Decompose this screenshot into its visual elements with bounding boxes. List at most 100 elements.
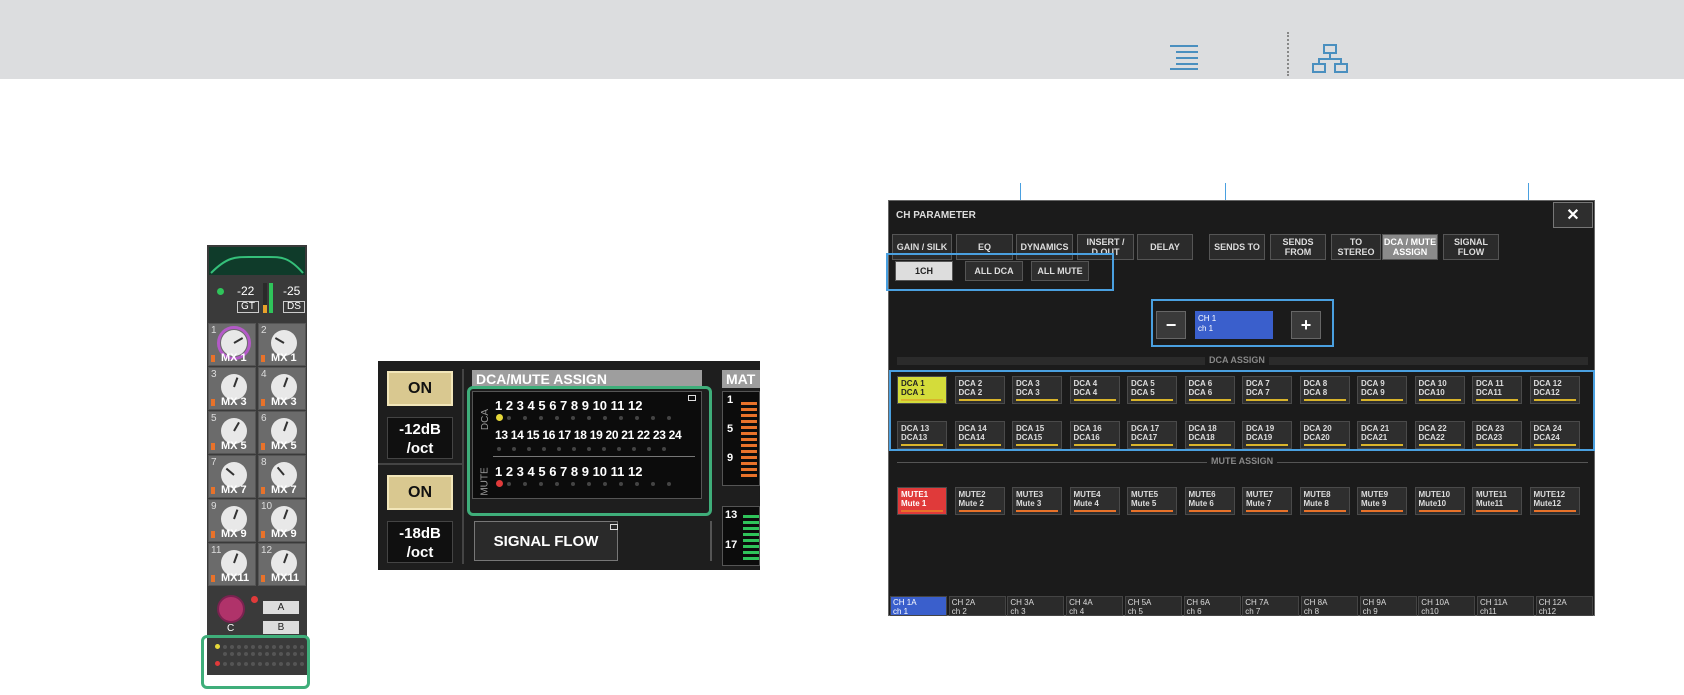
channel-strip: -22 -25 GT DS 1 MX 1 2 MX 1 3 MX 3 4 MX 3 5 MX 56…	[207, 245, 307, 675]
mute-button[interactable]: MUTE4 Mute 4	[1069, 487, 1120, 515]
a-button[interactable]: A	[263, 601, 299, 614]
knob-label: MX 5	[271, 440, 297, 452]
hpf-slope-2[interactable]: -18dB /oct	[387, 521, 453, 563]
param-tab[interactable]: SENDS FROM	[1270, 234, 1326, 260]
send-knob-cell[interactable]: 4 MX 3	[258, 367, 306, 410]
hpf-slope-1-unit: /oct	[406, 440, 434, 457]
send-knob-cell[interactable]: 6 MX 5	[258, 411, 306, 454]
mute-button[interactable]: MUTE5 Mute 5	[1127, 487, 1177, 515]
param-tab[interactable]: DCA / MUTE ASSIGN	[1382, 234, 1438, 260]
mute-button[interactable]: MUTE12 Mute12	[1529, 487, 1580, 515]
hpf-slope-1-value: -12dB	[399, 421, 441, 438]
mute-color-bar	[1361, 510, 1403, 512]
mute-button[interactable]: MUTE7 Mute 7	[1242, 487, 1292, 515]
param-tab[interactable]: TO STEREO	[1331, 234, 1381, 260]
mute-name: Mute 9	[1361, 499, 1387, 508]
on-button-2[interactable]: ON	[387, 475, 453, 510]
channel-select-button[interactable]: CH 12A ch12	[1535, 596, 1593, 616]
channel-select-button[interactable]: CH 3A ch 3	[1007, 596, 1065, 616]
dyn-tag[interactable]: DS	[283, 301, 305, 313]
channel-id: CH 11A	[1480, 598, 1508, 607]
hierarchy-icon[interactable]	[1312, 44, 1348, 74]
send-on-indicator	[211, 531, 215, 538]
channel-id: CH 7A	[1245, 598, 1269, 607]
channel-select-button[interactable]: CH 9A ch 9	[1359, 596, 1417, 616]
matrix-meters	[741, 402, 757, 480]
send-knob-cell[interactable]: 7 MX 7	[208, 455, 256, 498]
mute-name: Mute 6	[1188, 499, 1214, 508]
param-tab[interactable]: SENDS TO	[1209, 234, 1265, 260]
pan-knob[interactable]	[217, 595, 245, 623]
signal-flow-button[interactable]: SIGNAL FLOW	[474, 521, 618, 561]
knob-label: MX 1	[271, 352, 297, 364]
right-divider	[710, 521, 712, 561]
vertical-divider	[462, 369, 464, 564]
mute-color-bar	[1188, 510, 1231, 512]
param-tab[interactable]: SIGNAL FLOW	[1443, 234, 1499, 260]
pan-label: C	[227, 623, 235, 634]
channel-select-button[interactable]: CH 4A ch 4	[1066, 596, 1124, 616]
mute-name: Mute12	[1533, 499, 1562, 508]
channel-select-button[interactable]: CH 5A ch 5	[1124, 596, 1182, 616]
list-indent-icon[interactable]	[1168, 44, 1200, 70]
mute-button[interactable]: MUTE6 Mute 6	[1184, 487, 1235, 515]
dialog-title: CH PARAMETER	[896, 210, 976, 221]
mute-button[interactable]: MUTE3 Mute 3	[1012, 487, 1062, 515]
strip-dca-highlight	[201, 635, 310, 689]
knob-label: MX11	[271, 572, 300, 584]
knob-label: MX 7	[221, 484, 247, 496]
send-on-indicator	[261, 531, 265, 538]
signal-flow-expand-icon[interactable]	[610, 524, 618, 530]
send-knob-cell[interactable]: 5 MX 5	[208, 411, 256, 454]
send-knob-cell[interactable]: 11 MX11	[208, 543, 256, 586]
channel-select-button[interactable]: CH 7A ch 7	[1242, 596, 1300, 616]
mute-name: Mute 2	[958, 499, 984, 508]
mute-button[interactable]: MUTE9 Mute 9	[1357, 487, 1407, 515]
send-knob-cell[interactable]: 10 MX 9	[258, 499, 306, 542]
hpf-slope-2-unit: /oct	[406, 544, 434, 561]
on-button-1[interactable]: ON	[387, 371, 453, 406]
channel-label: ch 5	[1127, 607, 1143, 616]
send-knob-cell[interactable]: 9 MX 9	[208, 499, 256, 542]
mute-color-bar	[1246, 510, 1288, 512]
channel-select-button[interactable]: CH 1A ch 1	[890, 596, 947, 616]
hpf-slope-1[interactable]: -12dB /oct	[387, 417, 453, 459]
channel-id: CH 3A	[1010, 598, 1034, 607]
knob-number: 11	[211, 545, 222, 556]
gate-tag[interactable]: GT	[237, 301, 259, 313]
mute-button[interactable]: MUTE11 Mute11	[1472, 487, 1522, 515]
channel-select-button[interactable]: CH 6A ch 6	[1183, 596, 1241, 616]
channel-select-button[interactable]: CH 11A ch11	[1477, 596, 1534, 616]
mute-button[interactable]: MUTE2 Mute 2	[954, 487, 1005, 515]
knob-label: MX 9	[221, 528, 247, 540]
knob-label: MX 1	[221, 352, 247, 364]
mute-name: Mute 8	[1303, 499, 1329, 508]
channel-id: CH 5A	[1127, 598, 1152, 607]
send-on-indicator	[211, 575, 215, 582]
mute-name: Mute 3	[1016, 499, 1042, 508]
eq-curve	[210, 256, 304, 274]
close-icon: ✕	[1566, 207, 1580, 224]
b-button[interactable]: B	[263, 621, 299, 634]
channel-select-button[interactable]: CH 10A ch10	[1418, 596, 1476, 616]
mute-button[interactable]: MUTE8 Mute 8	[1299, 487, 1350, 515]
mute-button[interactable]: MUTE1 Mute 1	[897, 487, 947, 515]
mute-name: Mute10	[1418, 499, 1447, 508]
top-toolbar	[0, 0, 1684, 79]
send-knob-cell[interactable]: 12 MX11	[258, 543, 306, 586]
close-button[interactable]: ✕	[1553, 202, 1593, 228]
send-knob-cell[interactable]: 1 MX 1	[208, 323, 256, 366]
send-knob-cell[interactable]: 2 MX 1	[258, 323, 306, 366]
mute-button[interactable]: MUTE10 Mute10	[1414, 487, 1465, 515]
send-knob-cell[interactable]: 3 MX 3	[208, 367, 256, 410]
channel-select-button[interactable]: CH 8A ch 8	[1300, 596, 1358, 616]
mute-color-bar	[1016, 510, 1058, 512]
channel-select-button[interactable]: CH 2A ch 2	[948, 596, 1006, 616]
eq-curve-display[interactable]	[209, 247, 305, 275]
mute-name: Mute 5	[1131, 499, 1157, 508]
param-tab[interactable]: DELAY	[1137, 234, 1193, 260]
send-on-indicator	[211, 399, 215, 406]
knob-number: 3	[211, 369, 217, 380]
signal-flow-label: SIGNAL FLOW	[493, 532, 599, 550]
send-knob-cell[interactable]: 8 MX 7	[258, 455, 306, 498]
